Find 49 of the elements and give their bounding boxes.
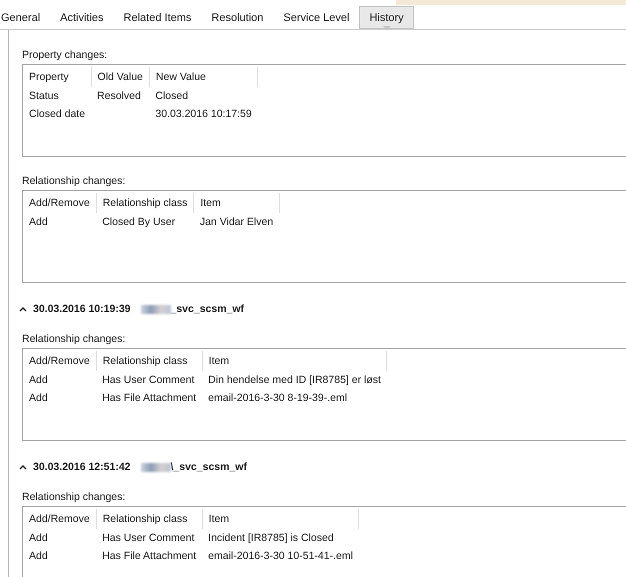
table-caption: Relationship changes: [22,491,126,503]
column-header[interactable]: New Value [149,67,258,87]
column-header[interactable]: Add/Remove [23,509,96,529]
table-cell: Has User Comment [102,374,194,386]
entry-user: \_svc_scsm_wf [170,461,247,473]
table-cell: Add [29,550,48,562]
table-cell: Closed date [29,108,86,120]
blurred-block [140,304,170,314]
column-header[interactable]: Old Value [91,67,150,87]
column-header[interactable]: Property [23,67,92,87]
entry-time: 30.03.2016 10:19:39 [33,303,130,315]
tab[interactable]: General [0,6,50,29]
table-cell: Add [29,374,48,386]
table-cell: Incident [IR8785] is Closed [208,532,334,544]
table-cell: Closed [155,90,188,102]
blurred-block [140,462,170,472]
entry-time: 30.03.2016 12:51:42 [33,461,130,473]
table-cell: Has File Attachment [102,392,196,404]
column-header[interactable]: Item [194,193,280,213]
table-cell: Add [29,392,48,404]
column-header[interactable]: Item [202,509,359,529]
column-header[interactable]: Add/Remove [23,351,96,371]
table-cell: email-2016-3-30 10-51-41-.eml [208,550,353,562]
chevron-up-icon[interactable] [19,464,27,470]
table-cell: Has User Comment [102,532,194,544]
column-header[interactable]: Relationship class [96,351,202,371]
column-header[interactable]: Add/Remove [23,193,96,213]
table-cell: 30.03.2016 10:17:59 [155,108,252,120]
column-header[interactable]: Relationship class [96,509,202,529]
tab[interactable]: Service Level [273,6,360,29]
tab[interactable]: Activities [50,6,114,29]
tab[interactable]: Resolution [201,6,274,29]
table-cell: Din hendelse med ID [IR8785] er løst [208,374,381,386]
table-cell: Closed By User [102,216,176,228]
table-cell: Has File Attachment [102,550,196,562]
table-caption: Relationship changes: [22,333,126,345]
table-cell: Resolved [97,90,141,102]
table-cell: email-2016-3-30 8-19-39-.eml [208,392,348,404]
table-cell: Add [29,216,48,228]
chevron-up-icon[interactable] [19,306,27,312]
tab[interactable]: Related Items [114,6,202,29]
column-header[interactable]: Item [202,351,387,371]
entry-user: _svc_scsm_wf [170,303,244,315]
table-cell: Add [29,532,48,544]
table-caption: Property changes: [22,49,108,61]
table-cell: Status [29,90,59,102]
table-caption: Relationship changes: [22,175,126,187]
table-cell: Jan Vidar Elven [200,216,274,228]
column-header[interactable]: Relationship class [96,193,194,213]
